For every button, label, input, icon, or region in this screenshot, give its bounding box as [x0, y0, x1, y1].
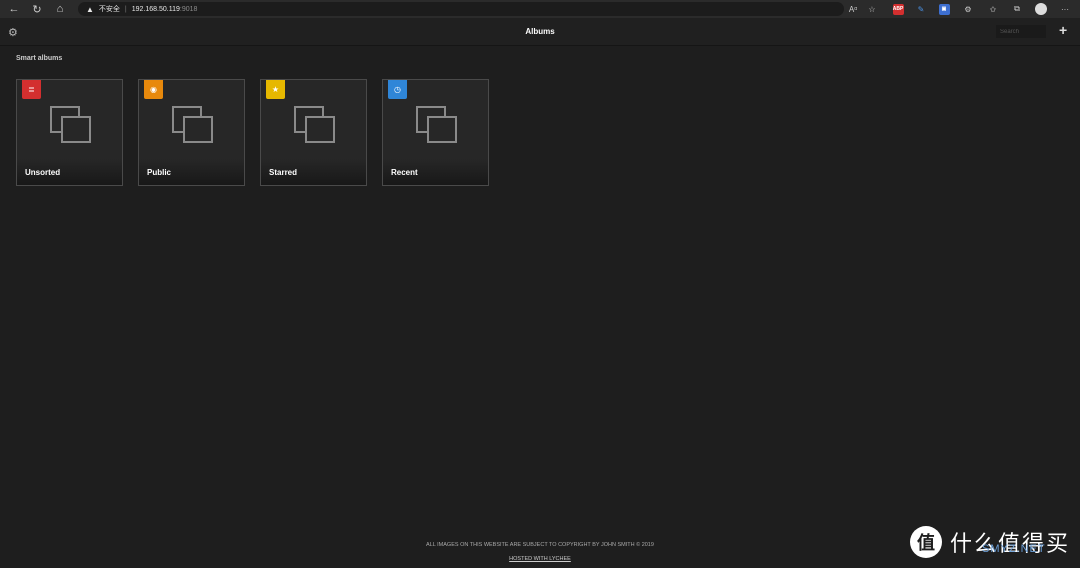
album-unsorted[interactable]: Unsorted ≣ — [16, 79, 123, 186]
album-recent[interactable]: Recent ◷ — [382, 79, 489, 186]
watermark-subtext: SMYZ.NET — [982, 543, 1046, 555]
section-title: Smart albums — [16, 55, 63, 62]
albums-icon — [50, 106, 91, 143]
album-label: Starred — [269, 168, 298, 177]
back-icon[interactable]: ← — [5, 0, 23, 18]
app-header: ⚙ Albums + — [0, 18, 1080, 46]
add-icon[interactable]: + — [1059, 22, 1067, 38]
search-input[interactable] — [996, 25, 1046, 38]
star-icon: ★ — [266, 80, 285, 99]
warning-icon: ▲ — [86, 4, 94, 14]
profile-avatar[interactable] — [1034, 2, 1048, 16]
clock-icon: ◷ — [388, 80, 407, 99]
watermark-logo: 值 — [910, 526, 942, 558]
more-icon[interactable]: ··· — [1058, 2, 1072, 16]
album-label: Recent — [391, 168, 418, 177]
home-icon[interactable]: ⌂ — [51, 0, 69, 18]
insecure-label: 不安全 — [98, 6, 120, 13]
album-starred[interactable]: Starred ★ — [260, 79, 367, 186]
favorites-icon[interactable]: ✩ — [986, 2, 1000, 16]
address-separator: | — [124, 5, 127, 13]
read-aloud-icon[interactable]: Aα — [846, 2, 860, 16]
adblock-icon[interactable]: ABP — [891, 2, 905, 16]
browser-toolbar: ← ↻ ⌂ ▲ 不安全 | 192.168.50.119:9018 Aα ☆ A… — [0, 0, 1080, 18]
album-public[interactable]: Public ◉ — [138, 79, 245, 186]
favorite-add-icon[interactable]: ☆ — [865, 2, 879, 16]
albums-icon — [172, 106, 213, 143]
address-bar[interactable]: ▲ 不安全 | 192.168.50.119:9018 — [78, 2, 844, 16]
url-host: 192.168.50.119 — [131, 5, 180, 13]
album-label: Unsorted — [25, 168, 61, 177]
tab-icon[interactable]: ▣ — [937, 2, 951, 16]
collections-icon[interactable]: ⧉ — [1010, 2, 1024, 16]
album-label: Public — [147, 168, 172, 177]
list-icon: ≣ — [22, 80, 41, 99]
pen-icon[interactable]: ✎ — [914, 2, 928, 16]
refresh-icon[interactable]: ↻ — [28, 0, 46, 18]
page-title: Albums — [525, 27, 555, 36]
eye-icon: ◉ — [144, 80, 163, 99]
extension-icon[interactable]: ⚙ — [961, 2, 975, 16]
albums-icon — [294, 106, 335, 143]
url-port: :9018 — [179, 5, 198, 13]
albums-icon — [416, 106, 457, 143]
